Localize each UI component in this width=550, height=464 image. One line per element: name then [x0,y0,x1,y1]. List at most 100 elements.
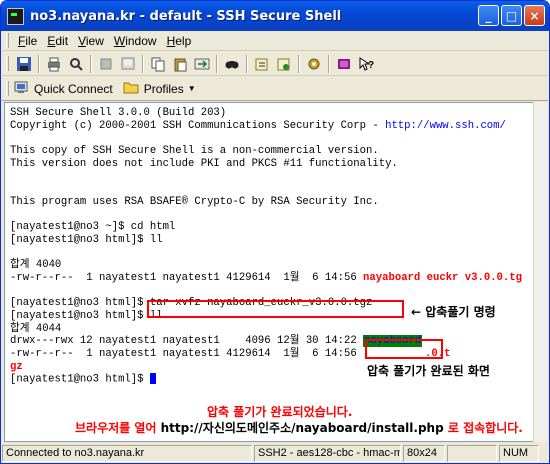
title-bar[interactable]: no3.nayana.kr - default - SSH Secure She… [1,1,549,31]
minimize-button[interactable]: _ [478,5,499,26]
terminal-line: SSH Secure Shell 3.0.0 (Build 203) [10,107,533,120]
ssh-window: no3.nayana.kr - default - SSH Secure She… [0,0,550,464]
directory-highlight [365,339,443,359]
sftp-icon[interactable] [275,55,293,73]
menu-help-rest: elp [175,33,192,48]
terminal-text: gz [10,360,23,373]
tar-command-label: ← 압축풀기 명령 [411,303,496,320]
toolbar-grip[interactable] [6,56,9,71]
caption-line2-suffix: 로 접속합니다. [443,421,523,435]
blank-status [447,444,497,462]
terminal-line: Copyright (c) 2000-2001 SSH Communicatio… [10,120,533,133]
terminal-cursor [149,373,156,385]
menu-window-accel: W [113,33,126,48]
toolbar-separator [246,54,248,73]
copy-icon[interactable] [149,55,167,73]
menu-view[interactable]: View [73,34,109,48]
terminal-text: -rw-r--r-- 1 nayatest1 nayatest1 4129614… [10,271,364,284]
caption-line2: 브라우저를 열어 http://자신의도메인주소/nayaboard/insta… [75,419,523,436]
menu-edit-rest: dit [55,33,69,48]
terminal-scrollbar[interactable] [533,102,547,442]
quick-connect-label: Quick Connect [34,81,113,96]
menu-edit[interactable]: Edit [42,34,73,48]
terminal-text: [nayatest1@no3 html]$ ll [10,310,163,322]
terminal-view[interactable]: SSH Secure Shell 3.0.0 (Build 203) Copyr… [4,102,534,442]
terminal-line: 합계 4044 [10,323,533,336]
toolbar-separator [90,54,92,73]
chevron-down-icon: ▼ [187,84,196,93]
menu-file[interactable]: File [13,34,42,48]
menu-window[interactable]: Window [109,34,162,48]
menu-window-rest: indow [125,33,157,48]
close-button[interactable]: × [524,5,545,26]
menu-view-rest: iew [85,33,104,48]
menu-file-rest: ile [25,33,38,48]
terminal-text: This copy of SSH Secure Shell is a non-c… [10,145,379,158]
num-lock-indicator: NUM [499,444,539,462]
ssh-url-link[interactable]: http://www.ssh.com/ [385,120,506,132]
quick-connect-button[interactable]: Quick Connect [13,79,113,98]
tar-command-highlight [147,300,404,318]
extract-complete-label: 압축 풀기가 완료된 화면 [367,362,490,379]
settings-icon[interactable] [253,55,271,73]
print-icon[interactable] [45,55,63,73]
terminal-text: SSH Secure Shell 3.0.0 (Build 203) [10,107,227,119]
profile-bar: Quick Connect Profiles ▼ [2,77,548,101]
terminal-line: -rw-r--r-- 1 nayatest1 nayatest1 4129614… [10,272,533,285]
toolbar-separator [142,54,144,73]
terminal-text: Copyright (c) 2000-2001 SSH Communicatio… [10,119,386,132]
terminal-text: 합계 4040 [10,259,62,272]
status-bar: Connected to no3.nayana.kr SSH2 - aes128… [2,443,548,463]
profiles-label: Profiles [143,81,184,96]
folder-icon [123,79,139,98]
cipher-status: SSH2 - aes128-cbc - hmac-md5 [254,444,401,462]
toolbar: ? [2,52,548,76]
file-transfer-icon[interactable] [193,55,211,73]
profile-grip[interactable] [6,81,9,96]
terminal-line: This program uses RSA BSAFE® Crypto-C by… [10,196,533,209]
terminal-text: [nayatest1@no3 html]$ [10,373,150,386]
search-icon[interactable] [67,55,85,73]
quick-connect-icon [13,79,29,98]
book-icon[interactable] [335,55,353,73]
archive-filename: nayaboard euckr v3.0.0.tg [363,271,522,284]
menu-help[interactable]: Help [162,34,197,48]
caption-line1: 압축 풀기가 완료되었습니다. [207,405,353,419]
terminal-line: This version does not include PKI and PK… [10,158,533,171]
terminal-line: This copy of SSH Secure Shell is a non-c… [10,145,533,158]
connection-status: Connected to no3.nayana.kr [2,444,252,462]
disconnect-icon[interactable] [97,55,115,73]
menu-help-accel: H [166,33,176,48]
window-controls: _ □ × [478,5,545,26]
profiles-button[interactable]: Profiles ▼ [123,79,196,98]
terminal-text: This program uses RSA BSAFE® Crypto-C by… [10,195,379,208]
terminal-text: 합계 4044 [10,322,62,335]
maximize-button[interactable]: □ [501,5,522,26]
terminal-line: 합계 4040 [10,259,533,272]
terminal-line: -rw-r--r-- 1 nayatest1 nayatest1 4129614… [10,348,533,361]
find-icon[interactable] [223,55,241,73]
menu-grip[interactable] [6,33,9,48]
caption-line2-prefix: 브라우저를 열어 [75,421,161,435]
terminal-text: [nayatest1@no3 ~]$ cd html [10,221,176,234]
svg-text:?: ? [368,60,374,71]
terminal-text: -rw-r--r-- 1 nayatest1 nayatest1 4129614… [10,348,364,361]
gear-icon[interactable] [305,55,323,73]
menu-bar: File Edit View Window Help [2,31,548,51]
window-title: no3.nayana.kr - default - SSH Secure She… [30,8,342,24]
toolbar-separator [328,54,330,73]
new-terminal-icon[interactable] [119,55,137,73]
menu-view-accel: V [78,33,86,48]
help-icon[interactable]: ? [357,55,375,73]
save-icon[interactable] [15,55,33,73]
terminal-line: [nayatest1@no3 ~]$ cd html [10,221,533,234]
terminal-text: This version does not include PKI and PK… [10,157,398,170]
paste-icon[interactable] [171,55,189,73]
toolbar-separator [298,54,300,73]
